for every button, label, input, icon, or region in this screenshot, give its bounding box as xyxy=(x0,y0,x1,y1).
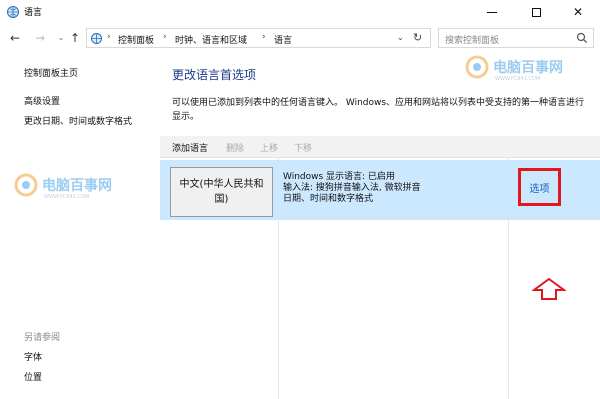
up-arrow-annotation-icon xyxy=(532,278,566,300)
forward-arrow-icon[interactable]: → xyxy=(33,30,47,46)
breadcrumb-language[interactable]: 语言 xyxy=(274,33,292,46)
page-description: 可以使用已添加到列表中的任何语言键入。 Windows、应用和网站将以列表中受支… xyxy=(172,98,585,122)
language-name: 中文(中华人民共和国) xyxy=(179,179,264,205)
refresh-icon[interactable]: ↻ xyxy=(413,31,422,44)
language-row[interactable]: 中文(中华人民共和国) Windows 显示语言: 已启用 输入法: 搜狗拼音输… xyxy=(160,160,600,220)
language-name-tile[interactable]: 中文(中华人民共和国) xyxy=(170,167,273,217)
watermark-logo: 电脑百事网 WWW.PC841.COM xyxy=(465,55,563,82)
options-link[interactable]: 选项 xyxy=(530,180,550,195)
control-panel-home-link[interactable]: 控制面板主页 xyxy=(24,66,78,79)
close-icon: ✕ xyxy=(572,5,584,19)
language-icon xyxy=(7,6,19,18)
fonts-link[interactable]: 字体 xyxy=(24,350,42,363)
location-link[interactable]: 位置 xyxy=(24,370,42,383)
recent-locations-icon[interactable]: ⌄ xyxy=(54,30,68,46)
page-title: 更改语言首选项 xyxy=(172,68,257,82)
advanced-settings-link[interactable]: 高级设置 xyxy=(24,94,60,107)
title-bar: 语言 ✕ xyxy=(0,0,600,24)
window-title: 语言 xyxy=(24,8,43,18)
svg-text:WWW.PC841.COM: WWW.PC841.COM xyxy=(495,76,540,82)
date-time-format-label: 日期、时间和数字格式 xyxy=(283,194,374,204)
change-date-format-link[interactable]: 更改日期、时间或数字格式 xyxy=(24,114,132,127)
language-details: Windows 显示语言: 已启用 输入法: 搜狗拼音输入法, 微软拼音 日期、… xyxy=(283,172,421,205)
search-icon xyxy=(576,32,588,44)
display-language-status: Windows 显示语言: 已启用 xyxy=(283,172,395,182)
move-up-button[interactable]: 上移 xyxy=(260,141,278,154)
main-content: 电脑百事网 WWW.PC841.COM 更改语言首选项 可以使用已添加到列表中的… xyxy=(160,52,600,399)
up-arrow-icon[interactable]: ↑ xyxy=(68,30,82,46)
address-bar[interactable]: › 控制面板 › 时钟、语言和区域 › 语言 ⌄ ↻ xyxy=(86,28,431,48)
breadcrumb-separator-icon: › xyxy=(163,32,167,42)
left-navigation-pane: 控制面板主页 高级设置 更改日期、时间或数字格式 电脑百事网 WWW.PC841… xyxy=(0,52,160,399)
move-down-button[interactable]: 下移 xyxy=(294,141,312,154)
remove-button[interactable]: 删除 xyxy=(226,141,244,154)
maximize-button[interactable] xyxy=(514,0,558,24)
svg-text:电脑百事网: 电脑百事网 xyxy=(493,59,563,76)
search-placeholder: 搜索控制面板 xyxy=(445,36,500,46)
svg-text:电脑百事网: 电脑百事网 xyxy=(42,177,112,194)
breadcrumb-clock-language-region[interactable]: 时钟、语言和区域 xyxy=(175,33,247,46)
language-list: 中文(中华人民共和国) Windows 显示语言: 已启用 输入法: 搜狗拼音输… xyxy=(160,158,600,399)
control-panel-icon xyxy=(91,33,102,44)
options-highlight-box: 选项 xyxy=(518,168,561,206)
breadcrumb-separator-icon: › xyxy=(262,32,266,42)
svg-text:WWW.PC841.COM: WWW.PC841.COM xyxy=(44,194,89,200)
input-method-list: 输入法: 搜狗拼音输入法, 微软拼音 xyxy=(283,183,421,193)
navigation-bar: ← → ⌄ ↑ › 控制面板 › 时钟、语言和区域 › 语言 ⌄ ↻ 搜索控制面… xyxy=(0,26,600,50)
minimize-icon xyxy=(487,11,497,13)
watermark-logo: 电脑百事网 WWW.PC841.COM xyxy=(14,173,112,200)
language-toolbar: 添加语言 删除 上移 下移 xyxy=(160,136,600,158)
address-dropdown-icon[interactable]: ⌄ xyxy=(397,33,404,42)
see-also-heading: 另请参阅 xyxy=(24,333,61,343)
minimize-button[interactable] xyxy=(470,0,514,24)
back-arrow-icon[interactable]: ← xyxy=(8,30,22,46)
breadcrumb-separator-icon: › xyxy=(107,32,111,42)
search-input[interactable]: 搜索控制面板 xyxy=(438,28,594,48)
maximize-icon xyxy=(531,7,541,17)
add-language-button[interactable]: 添加语言 xyxy=(172,141,208,154)
close-button[interactable]: ✕ xyxy=(556,0,600,24)
breadcrumb-control-panel[interactable]: 控制面板 xyxy=(118,33,154,46)
